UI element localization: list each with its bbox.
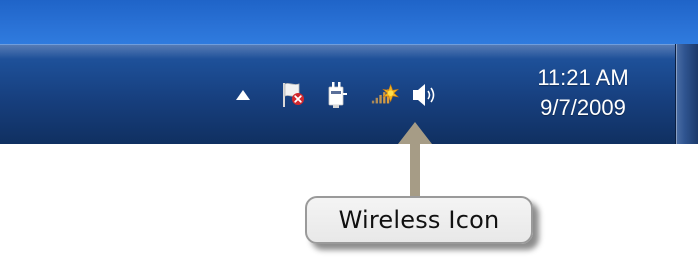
- screenshot-stage: 11:21 AM 9/7/2009 Wireless Icon: [0, 0, 698, 260]
- system-clock[interactable]: 11:21 AM 9/7/2009: [508, 63, 658, 123]
- show-desktop-button[interactable]: [675, 44, 698, 144]
- power-plug-icon: [328, 82, 347, 108]
- power-button[interactable]: [322, 80, 352, 110]
- speaker-icon: [413, 84, 435, 106]
- wireless-signal-icon: [371, 83, 400, 104]
- callout-box: Wireless Icon: [305, 196, 533, 244]
- notification-area: [232, 75, 450, 115]
- action-center-button[interactable]: [278, 80, 308, 110]
- clock-time: 11:21 AM: [537, 65, 629, 90]
- wireless-network-button[interactable]: [370, 80, 400, 110]
- callout-label: Wireless Icon: [338, 206, 500, 234]
- desktop-background: [0, 0, 698, 44]
- show-hidden-icons-button[interactable]: [232, 80, 254, 110]
- flag-with-red-x-icon: [283, 83, 304, 107]
- triangle-up-icon: [236, 90, 250, 100]
- volume-button[interactable]: [410, 80, 440, 110]
- clock-date: 9/7/2009: [540, 95, 626, 120]
